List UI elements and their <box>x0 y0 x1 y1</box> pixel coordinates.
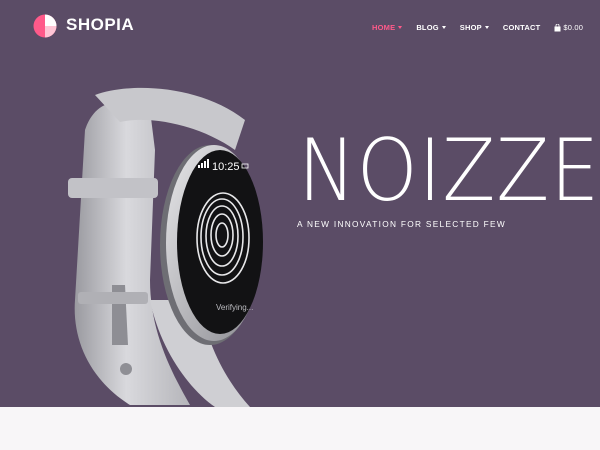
nav-shop-label: SHOP <box>459 23 482 32</box>
main-nav: HOME BLOG SHOP CONTACT $0.00 <box>372 23 600 32</box>
hero-banner: 10:25 Verifying... SHOPIA HOME BLOG SHOP… <box>0 0 600 407</box>
nav-contact[interactable]: CONTACT <box>503 23 541 32</box>
caret-down-icon <box>398 26 403 29</box>
shopia-logo-icon[interactable] <box>33 10 57 42</box>
nav-contact-label: CONTACT <box>502 23 541 32</box>
content-area <box>0 407 600 450</box>
cart-link[interactable]: $0.00 <box>554 23 583 32</box>
brand-name[interactable]: SHOPIA <box>66 15 134 35</box>
hero-title: NOIZZE <box>298 128 600 214</box>
caret-down-icon <box>441 26 446 29</box>
watch-status: Verifying... <box>216 303 253 312</box>
watch-time: 10:25 <box>212 161 240 173</box>
hero-title-text: NOIZZE <box>298 121 600 221</box>
hero-tagline: A NEW INNOVATION FOR SELECTED FEW <box>297 219 507 229</box>
caret-down-icon <box>484 26 489 29</box>
nav-blog[interactable]: BLOG <box>416 23 446 32</box>
cart-total: $0.00 <box>563 23 584 32</box>
nav-shop[interactable]: SHOP <box>460 23 489 32</box>
nav-blog-label: BLOG <box>416 23 439 32</box>
shopping-bag-icon <box>554 23 561 31</box>
nav-home[interactable]: HOME <box>372 23 403 32</box>
nav-home-label: HOME <box>372 23 396 32</box>
